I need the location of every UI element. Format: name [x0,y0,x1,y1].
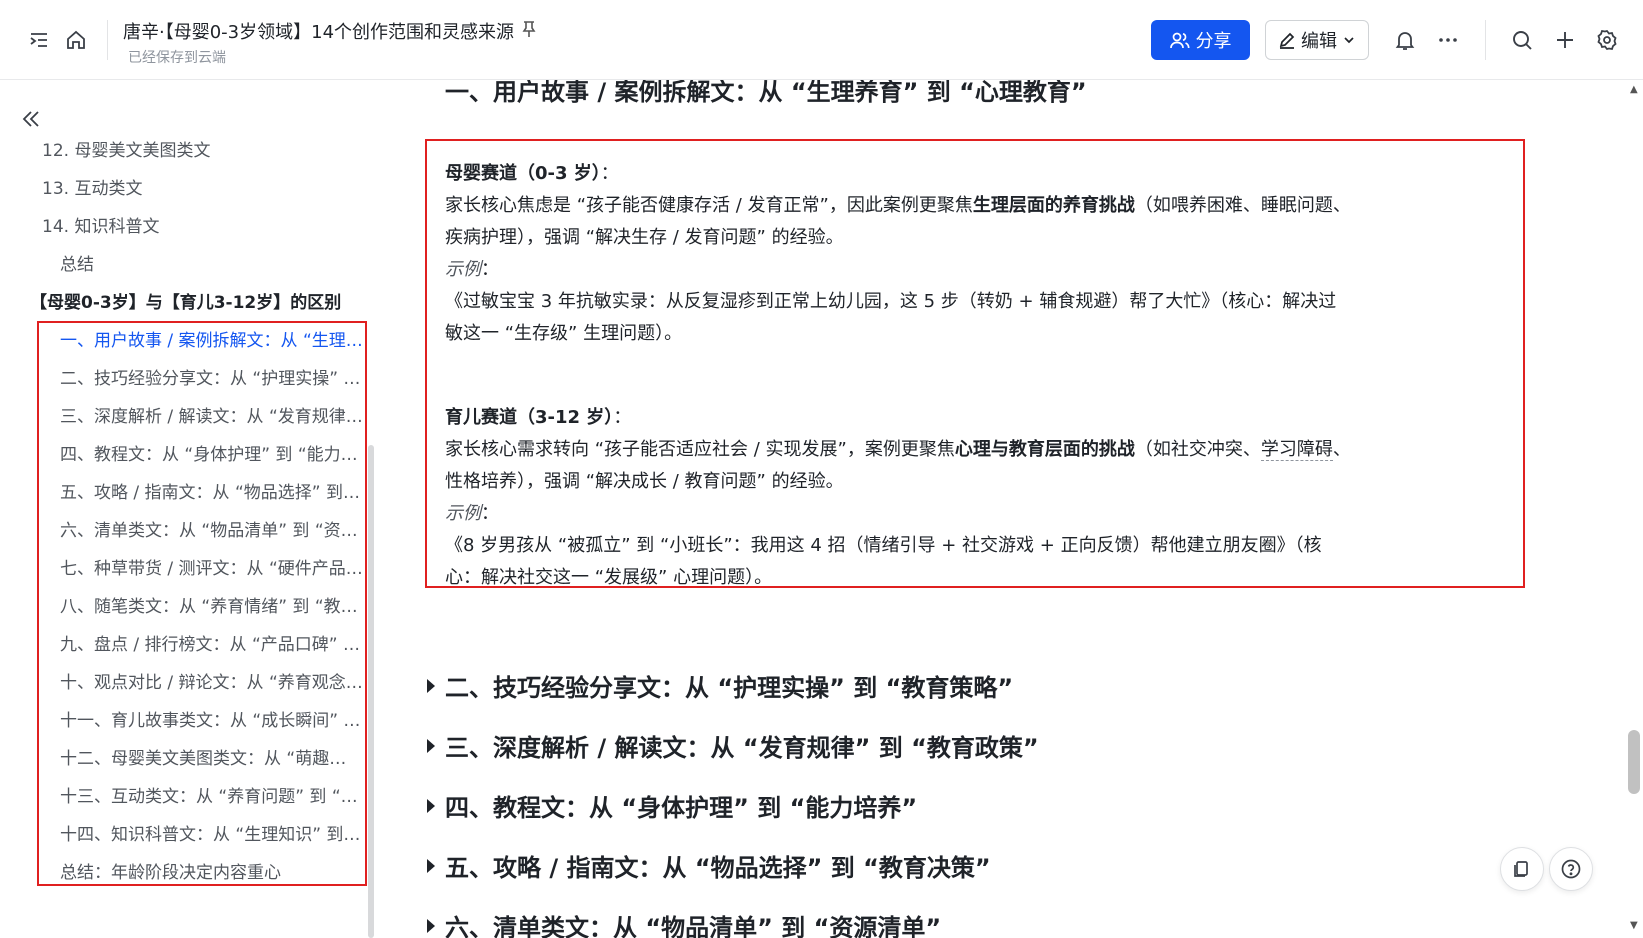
collapsed-heading[interactable]: 三、深度解析 / 解读文：从 “发育规律” 到 “教育政策” [427,728,1039,763]
copy-doc-button[interactable] [1500,847,1544,891]
expand-icon[interactable] [427,798,435,813]
document-body: 一、用户故事 / 案例拆解文：从 “生理养育” 到 “心理教育” 母婴赛道（0-… [375,80,1628,938]
bell-icon[interactable] [1391,26,1419,54]
gear-icon[interactable] [1593,26,1621,54]
paragraph: 疾病护理），强调 “解决生存 / 发育问题” 的经验。 [445,227,844,248]
document-icon [1514,861,1528,877]
scroll-down-icon[interactable]: ▼ [1630,920,1638,931]
paragraph: 《过敏宝宝 3 年抗敏实录：从反复湿疹到正常上幼儿园，这 5 步（转奶 + 辅食… [445,291,1337,312]
expand-icon[interactable] [427,858,435,873]
paragraph: 育儿赛道（3-12 岁）： [445,407,632,428]
more-icon[interactable] [1434,26,1462,54]
example-label: 示例： [445,503,499,524]
collapse-sidebar-icon[interactable] [20,108,44,132]
toc-item[interactable]: 九、盘点 / 排行榜文：从 “产品口碑” 到 “教育资源” [60,630,363,655]
main-scrollbar-thumb[interactable] [1628,730,1640,794]
search-icon[interactable] [1508,26,1536,54]
outline-toggle-icon[interactable] [25,26,53,54]
expand-icon[interactable] [427,678,435,693]
toc-item[interactable]: 十一、育儿故事类文：从 “成长瞬间” 到 “教育故事” [60,706,363,731]
expand-icon[interactable] [427,738,435,753]
share-button[interactable]: 分享 [1151,20,1250,60]
pin-icon[interactable] [521,20,537,42]
toc-item[interactable]: 13. 互动类文 [42,174,362,199]
toc-item[interactable]: 总结：年龄阶段决定内容重心 [60,858,363,883]
collapsed-heading[interactable]: 二、技巧经验分享文：从 “护理实操” 到 “教育策略” [427,668,1013,703]
toc-item[interactable]: 总结 [60,250,360,275]
toc-item[interactable]: 六、清单类文：从 “物品清单” 到 “资源清单” [60,516,363,541]
document-title[interactable]: 唐辛·【母婴0-3岁领域】14个创作范围和灵感来源 [123,18,514,44]
edit-button[interactable]: 编辑 [1265,20,1369,60]
sidebar-scrollbar[interactable] [368,445,374,938]
chevron-down-icon [1344,37,1354,44]
outline-sidebar: 12. 母婴美文美图类文 13. 互动类文 14. 知识科普文 总结 【母婴0-… [0,80,375,938]
toc-item[interactable]: 十、观点对比 / 辩论文：从 “养育观念” 到 “教育观念” [60,668,363,693]
divider [107,20,108,60]
toc-item[interactable]: 七、种草带货 / 测评文：从 “硬件产品” 到 “软件产品” [60,554,363,579]
paragraph: 《8 岁男孩从 “被孤立” 到 “小班长”：我用这 4 招（情绪引导 + 社交游… [445,535,1322,556]
comment-highlight[interactable]: 学习障碍 [1260,439,1333,461]
paragraph: 家长核心焦虑是 “孩子能否健康存活 / 发育正常”，因此案例更聚焦生理层面的养育… [445,195,1351,216]
toc-item-active[interactable]: 一、用户故事 / 案例拆解文：从 “生理养育” 到 “心理教育” [60,326,363,351]
toc-item[interactable]: 12. 母婴美文美图类文 [42,136,362,161]
toc-item[interactable]: 十二、母婴美文美图类文：从 “萌趣瞬间” 到 “成长记录” [60,744,363,769]
example-label: 示例： [445,259,499,280]
plus-icon[interactable] [1551,26,1579,54]
toc-item[interactable]: 14. 知识科普文 [42,212,362,237]
home-icon[interactable] [62,26,90,54]
main-scrollbar-track[interactable] [1628,80,1643,938]
paragraph: 性格培养），强调 “解决成长 / 教育问题” 的经验。 [445,471,844,492]
child-label: 育儿赛道（3-12 岁） [445,407,614,428]
paragraph: 心：解决社交这一 “发展级” 心理问题）。 [445,567,773,588]
pencil-icon [1279,32,1295,49]
save-status: 已经保存到云端 [128,50,226,66]
share-label: 分享 [1195,31,1232,52]
collapsed-heading[interactable]: 六、清单类文：从 “物品清单” 到 “资源清单” [427,908,941,938]
toc-item[interactable]: 十三、互动类文：从 “养育问题” 到 “教育问题” [60,782,363,807]
toc-item[interactable]: 三、深度解析 / 解读文：从 “发育规律” 到 “教育政策” [60,402,363,427]
help-button[interactable] [1549,847,1593,891]
help-icon [1561,859,1581,879]
section-heading: 一、用户故事 / 案例拆解文：从 “生理养育” 到 “心理教育” [445,80,1087,106]
paragraph: 敏这一 “生存级” 生理问题）。 [445,323,683,344]
collapsed-heading[interactable]: 四、教程文：从 “身体护理” 到 “能力培养” [427,788,917,823]
toc-item[interactable]: 八、随笔类文：从 “养育情绪” 到 “教育反思” [60,592,363,617]
toc-item[interactable]: 五、攻略 / 指南文：从 “物品选择” 到 “教育决策” [60,478,363,503]
toc-item[interactable]: 四、教程文：从 “身体护理” 到 “能力培养” [60,440,363,465]
toc-item-section[interactable]: 【母婴0-3岁】与【育儿3-12岁】的区别 [30,288,365,313]
paragraph: 母婴赛道（0-3 岁）： [445,163,619,184]
users-icon [1169,32,1190,49]
infant-label: 母婴赛道（0-3 岁） [445,163,601,184]
scroll-up-icon[interactable]: ▲ [1630,84,1638,95]
top-bar: 唐辛·【母婴0-3岁领域】14个创作范围和灵感来源 已经保存到云端 分享 编辑 [0,0,1643,80]
expand-icon[interactable] [427,918,435,933]
toc-item[interactable]: 十四、知识科普文：从 “生理知识” 到 “教育知识” [60,820,363,845]
paragraph: 家长核心需求转向 “孩子能否适应社会 / 实现发展”，案例更聚焦心理与教育层面的… [445,439,1351,461]
edit-label: 编辑 [1301,31,1337,52]
collapsed-heading[interactable]: 五、攻略 / 指南文：从 “物品选择” 到 “教育决策” [427,848,991,883]
divider [1485,20,1486,60]
toc-item[interactable]: 二、技巧经验分享文：从 “护理实操” 到 “教育策略” [60,364,363,389]
